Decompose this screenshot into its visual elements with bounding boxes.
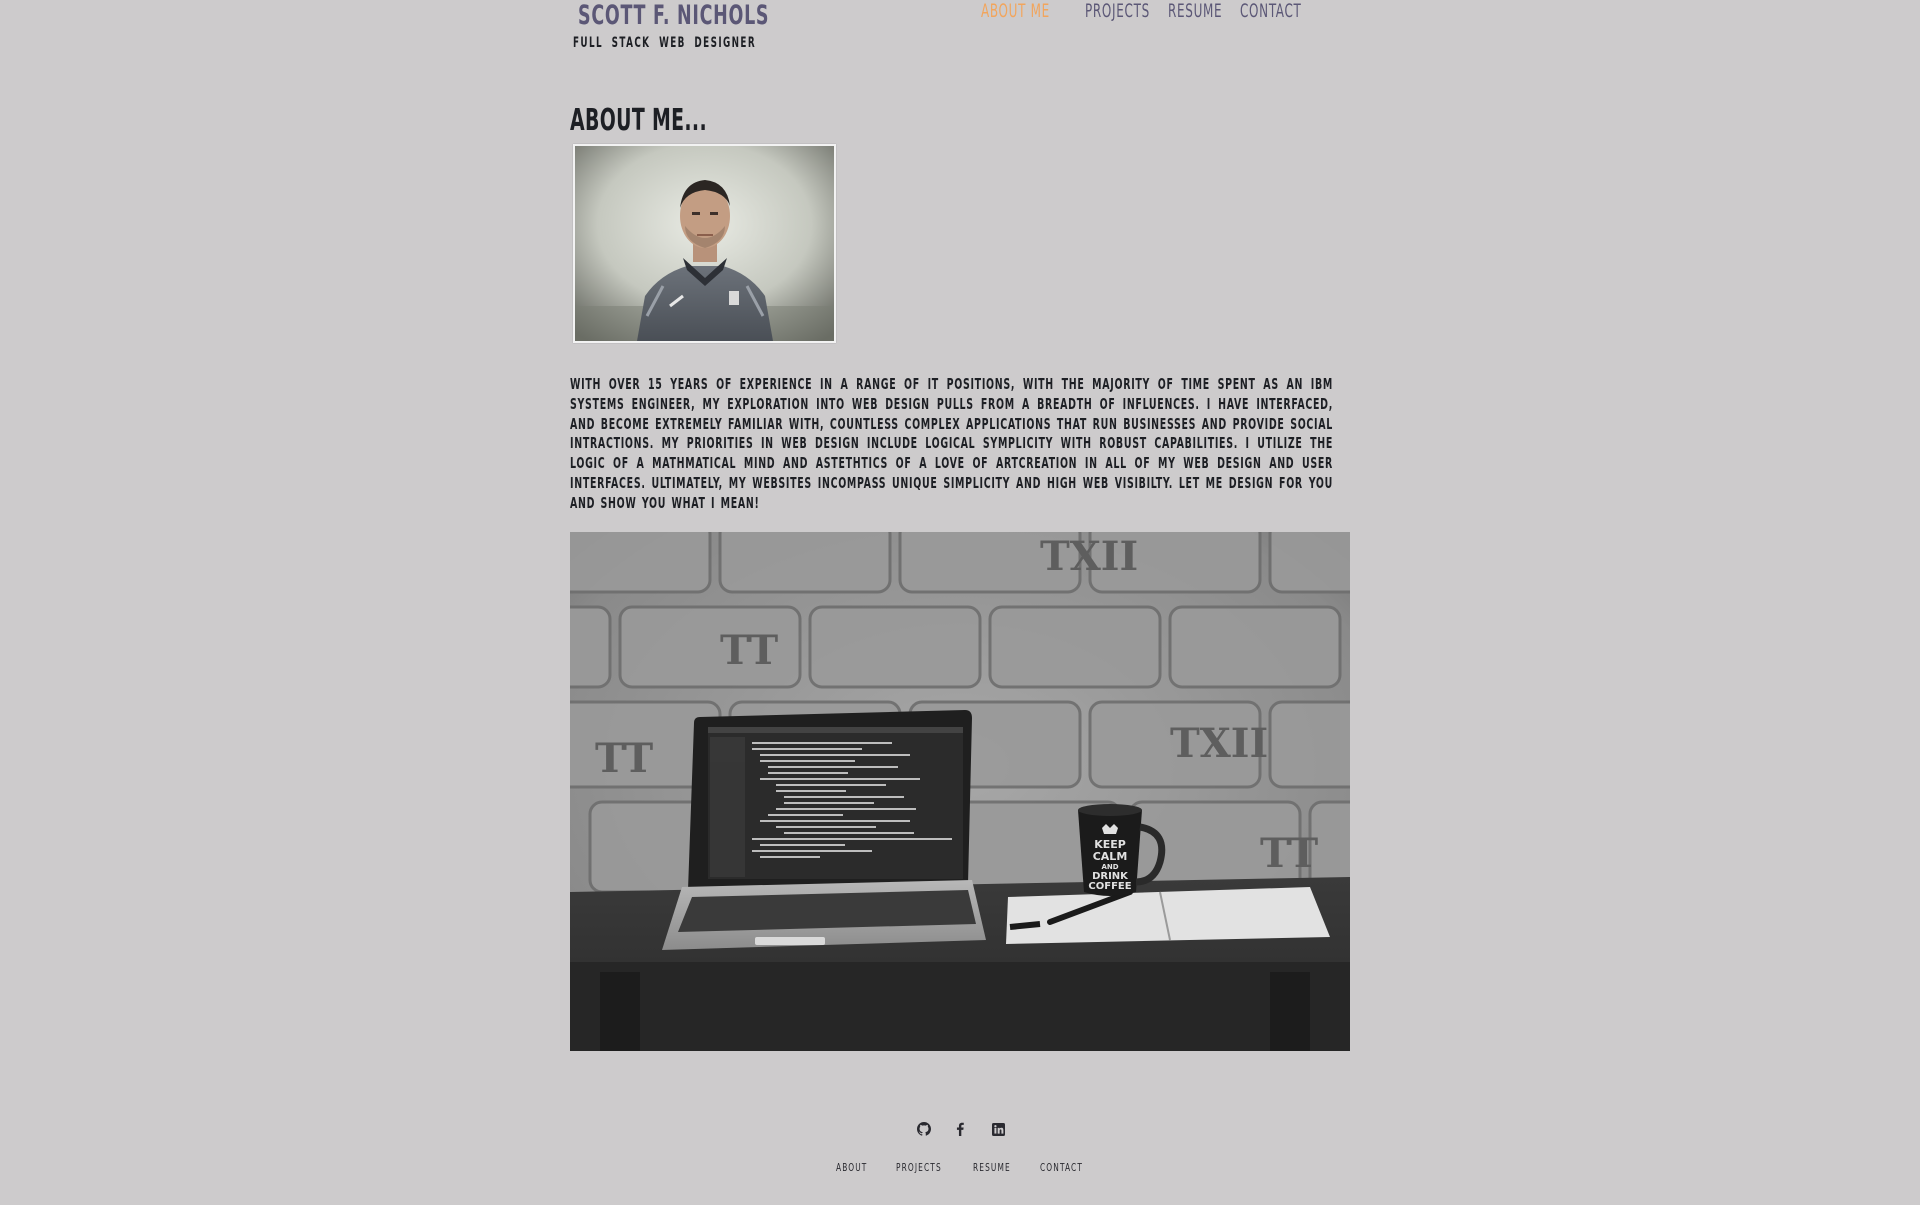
footer-link-contact[interactable]: CONTACT [1040, 1161, 1083, 1174]
footer-nav: ABOUT PROJECTS RESUME CONTACT [570, 1161, 1351, 1177]
mug-text: COFFEE [1088, 881, 1131, 892]
wall-mark: TT [1260, 830, 1318, 877]
page: SCOTT F. NICHOLS FULL STACK WEB DESIGNER… [570, 0, 1351, 1205]
mug-text: CALM [1093, 850, 1128, 863]
social-links [570, 1120, 1351, 1140]
wall-mark: TXII [1040, 533, 1138, 580]
bio-text: WITH OVER 15 YEARS OF EXPERIENCE IN A RA… [570, 375, 1333, 512]
mug-text: AND [1101, 863, 1118, 871]
wall-mark: TXII [1170, 720, 1268, 767]
portrait-photo [573, 144, 836, 343]
nav-projects[interactable]: PROJECTS [1085, 0, 1150, 22]
facebook-icon[interactable] [951, 1120, 969, 1138]
workspace-image: TXII TT TT TXII TT KEEP CALM AND DRINK C… [570, 532, 1350, 1051]
nav-resume[interactable]: RESUME [1168, 0, 1222, 22]
page-title: ABOUT ME... [570, 103, 707, 138]
github-icon[interactable] [915, 1120, 933, 1138]
footer-link-projects[interactable]: PROJECTS [896, 1161, 942, 1174]
nav-contact[interactable]: CONTACT [1240, 0, 1302, 22]
brand-tagline: FULL STACK WEB DESIGNER [573, 35, 757, 51]
brand-name[interactable]: SCOTT F. NICHOLS [578, 0, 769, 31]
workspace-photo: TXII TT TT TXII TT KEEP CALM AND DRINK C… [570, 532, 1350, 1051]
wall-mark: TT [595, 735, 653, 782]
footer-link-resume[interactable]: RESUME [973, 1161, 1011, 1174]
portrait-image [575, 146, 834, 341]
footer-link-about[interactable]: ABOUT [836, 1161, 867, 1174]
wall-mark: TT [720, 627, 778, 674]
nav-about-me[interactable]: ABOUT ME [981, 0, 1050, 22]
linkedin-icon[interactable] [989, 1120, 1007, 1138]
